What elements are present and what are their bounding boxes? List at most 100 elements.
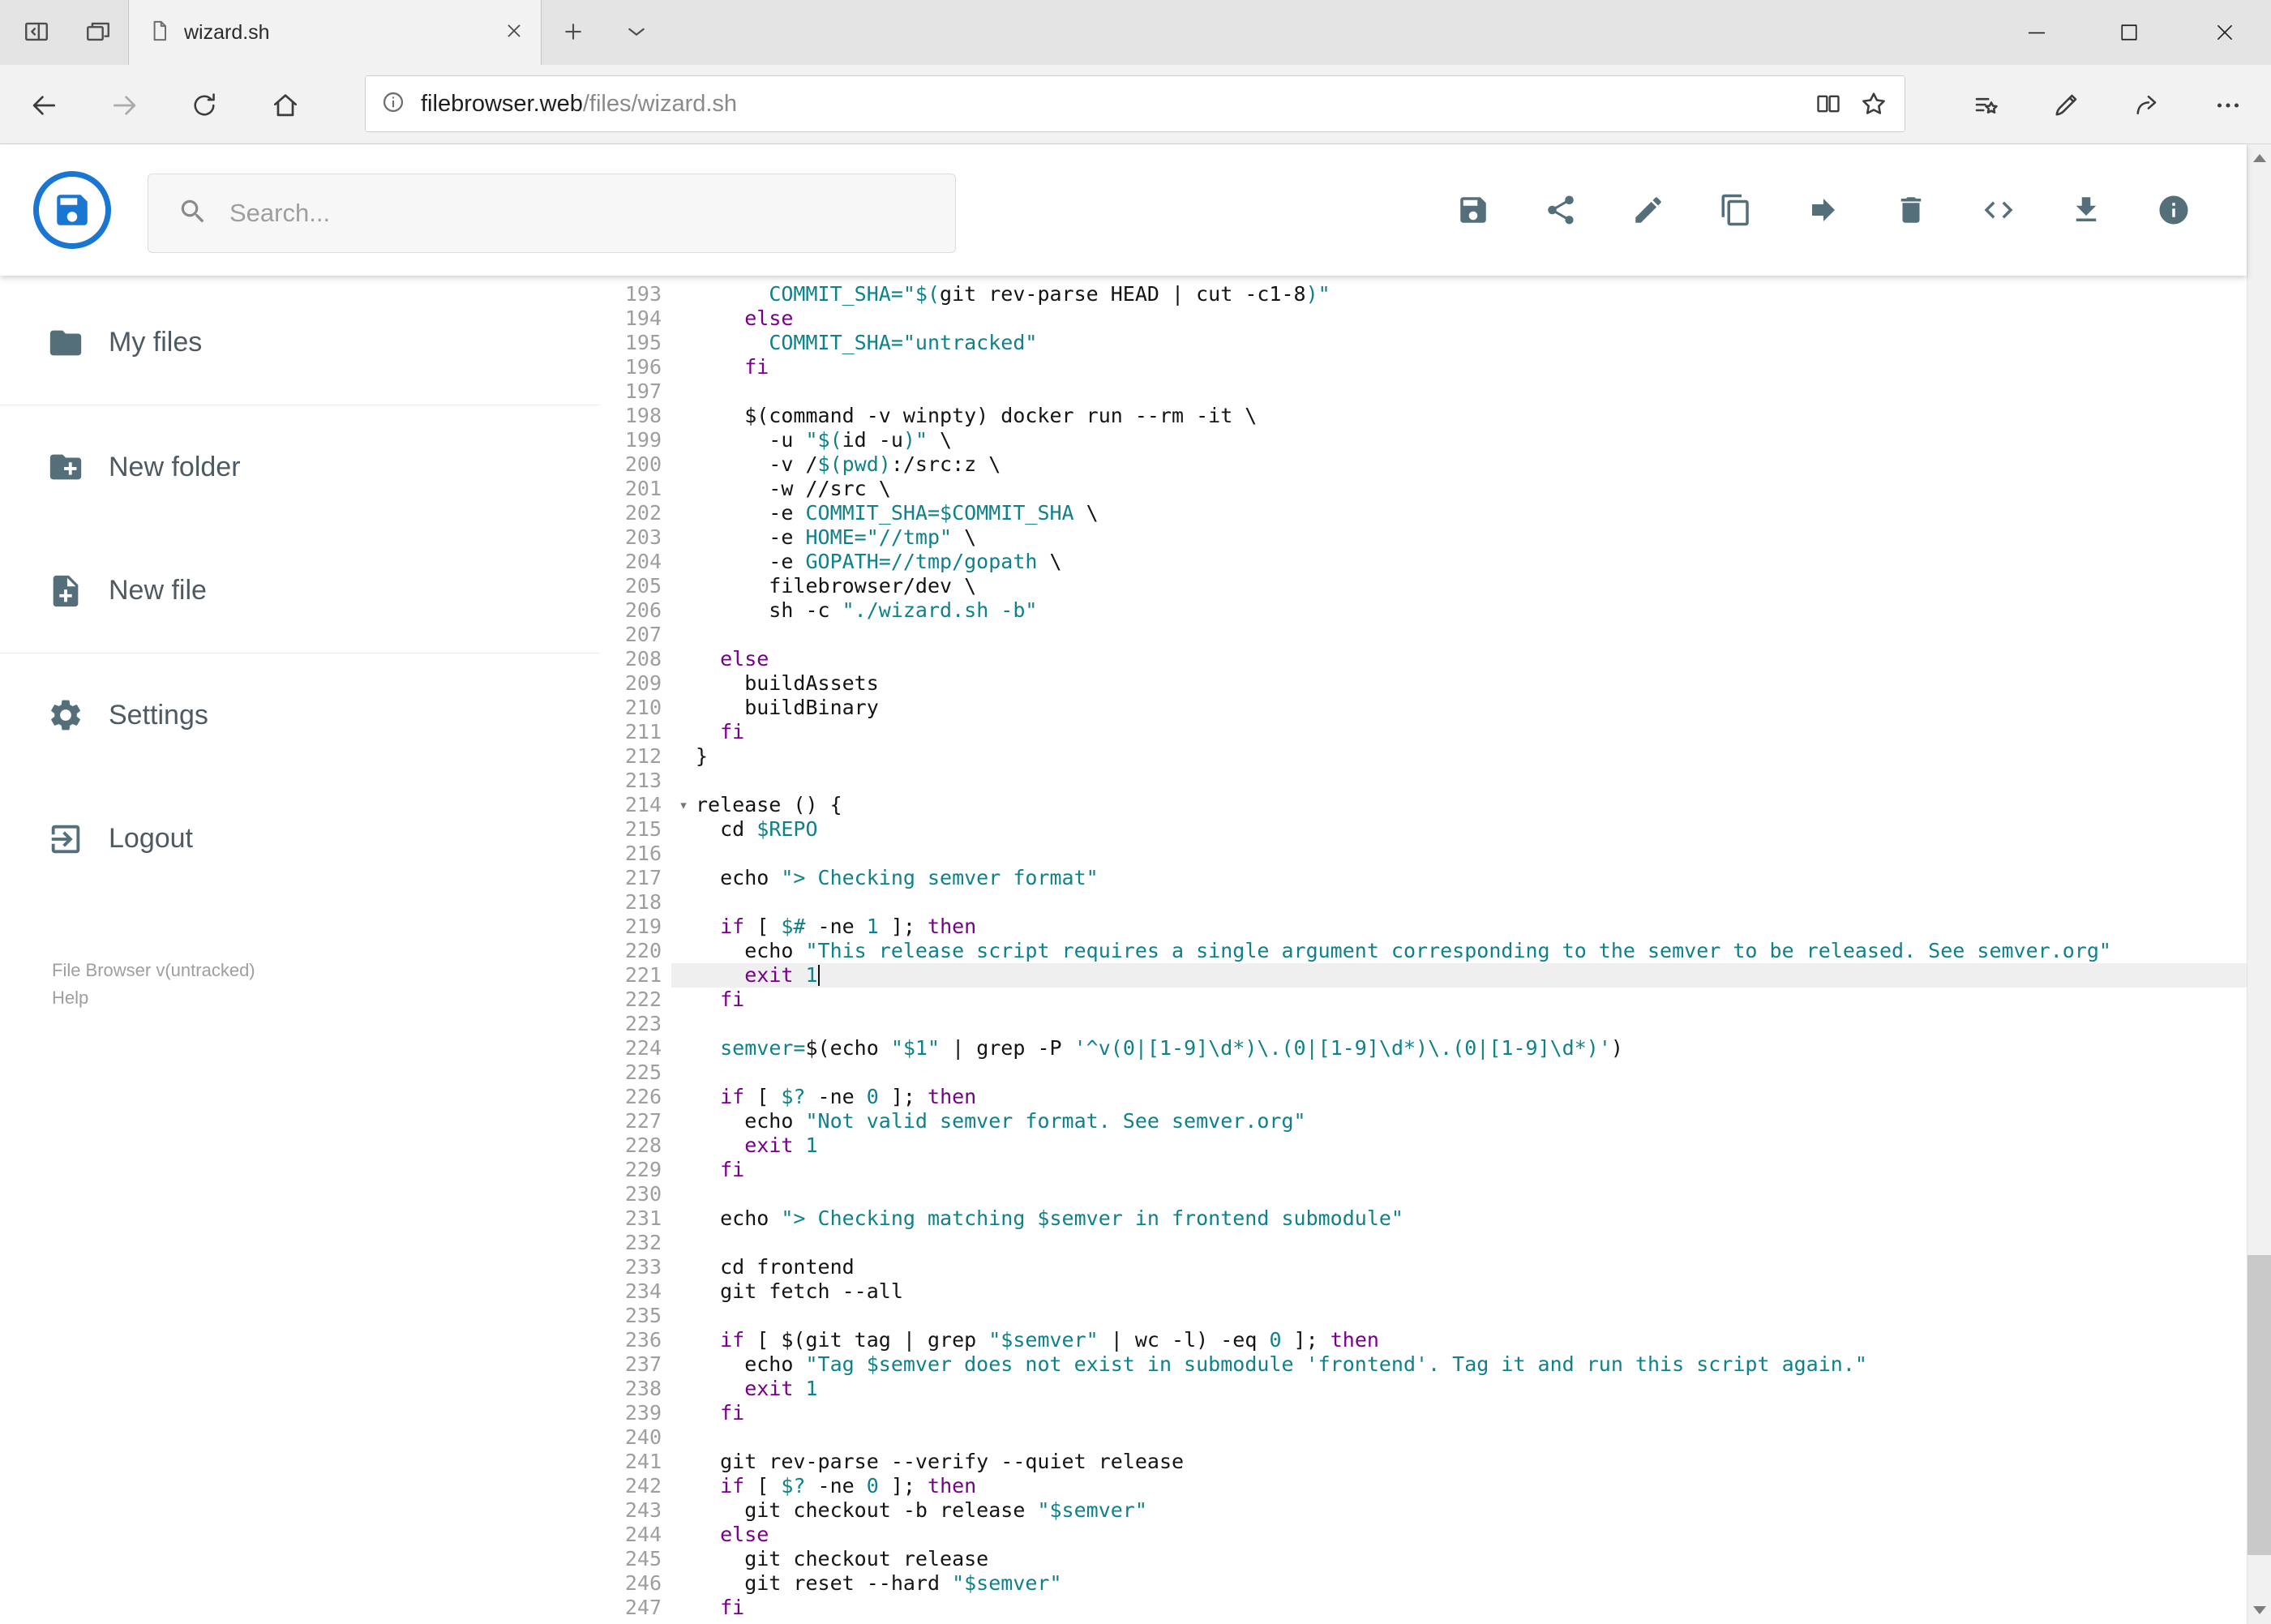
line-number[interactable]: 223 (600, 1012, 671, 1036)
code-line[interactable]: 206 sh -c "./wizard.sh -b" (600, 598, 2247, 623)
save-button[interactable] (1441, 178, 1506, 242)
code-line[interactable]: 214 ▾ release () { (600, 793, 2247, 817)
line-number[interactable]: 202 (600, 501, 671, 525)
code-line[interactable]: 228 exit 1 (600, 1133, 2247, 1158)
share-button[interactable] (1528, 178, 1593, 242)
line-number[interactable]: 198 (600, 404, 671, 428)
code-line[interactable]: 225 (600, 1061, 2247, 1085)
line-number[interactable]: 237 (600, 1352, 671, 1377)
home-icon[interactable] (261, 81, 310, 130)
code-line[interactable]: 230 (600, 1182, 2247, 1206)
code-line[interactable]: 210 buildBinary (600, 696, 2247, 720)
line-number[interactable]: 205 (600, 574, 671, 598)
code-line[interactable]: 202 -e COMMIT_SHA=$COMMIT_SHA \ (600, 501, 2247, 525)
code-line[interactable]: 236 if [ $(git tag | grep "$semver" | wc… (600, 1328, 2247, 1352)
filebrowser-logo[interactable] (33, 171, 111, 249)
line-number[interactable]: 215 (600, 817, 671, 842)
line-number[interactable]: 218 (600, 890, 671, 915)
line-number[interactable]: 197 (600, 379, 671, 404)
code-editor[interactable]: 193 COMMIT_SHA="$(git rev-parse HEAD | c… (600, 276, 2247, 1624)
line-number[interactable]: 232 (600, 1231, 671, 1255)
line-number[interactable]: 244 (600, 1523, 671, 1547)
refresh-icon[interactable] (180, 81, 229, 130)
code-line[interactable]: 215 cd $REPO (600, 817, 2247, 842)
move-button[interactable] (1791, 178, 1856, 242)
code-line[interactable]: 198 $(command -v winpty) docker run --rm… (600, 404, 2247, 428)
share-page-icon[interactable] (2123, 81, 2171, 130)
code-line[interactable]: 195 COMMIT_SHA="untracked" (600, 331, 2247, 355)
line-number[interactable]: 209 (600, 671, 671, 696)
web-note-icon[interactable] (2042, 81, 2090, 130)
line-number[interactable]: 234 (600, 1279, 671, 1304)
line-number[interactable]: 210 (600, 696, 671, 720)
search-input[interactable] (229, 199, 846, 228)
scrollbar-thumb[interactable] (2247, 1255, 2271, 1555)
back-icon[interactable] (19, 81, 68, 130)
code-line[interactable]: 246 git reset --hard "$semver" (600, 1571, 2247, 1596)
sidebar-item-settings[interactable]: Settings (0, 653, 600, 777)
code-line[interactable]: 243 git checkout -b release "$semver" (600, 1498, 2247, 1523)
line-number[interactable]: 222 (600, 988, 671, 1012)
code-line[interactable]: 237 echo "Tag $semver does not exist in … (600, 1352, 2247, 1377)
line-number[interactable]: 238 (600, 1377, 671, 1401)
code-line[interactable]: 212} (600, 744, 2247, 769)
line-number[interactable]: 229 (600, 1158, 671, 1182)
code-line[interactable]: 226 if [ $? -ne 0 ]; then (600, 1085, 2247, 1109)
line-number[interactable]: 236 (600, 1328, 671, 1352)
code-line[interactable]: 224 semver=$(echo "$1" | grep -P '^v(0|[… (600, 1036, 2247, 1061)
copy-button[interactable] (1703, 178, 1768, 242)
line-number[interactable]: 231 (600, 1206, 671, 1231)
code-line[interactable]: 194 else (600, 306, 2247, 331)
line-number[interactable]: 220 (600, 939, 671, 963)
line-number[interactable]: 206 (600, 598, 671, 623)
code-line[interactable]: 244 else (600, 1523, 2247, 1547)
code-line[interactable]: 232 (600, 1231, 2247, 1255)
line-number[interactable]: 207 (600, 623, 671, 647)
code-line[interactable]: 235 (600, 1304, 2247, 1328)
code-line[interactable]: 205 filebrowser/dev \ (600, 574, 2247, 598)
line-number[interactable]: 225 (600, 1061, 671, 1085)
delete-button[interactable] (1879, 178, 1943, 242)
page-scrollbar[interactable] (2247, 144, 2271, 1624)
info-button[interactable] (2141, 178, 2206, 242)
line-number[interactable]: 240 (600, 1425, 671, 1450)
code-line[interactable]: 209 buildAssets (600, 671, 2247, 696)
code-line[interactable]: 213 (600, 769, 2247, 793)
line-number[interactable]: 212 (600, 744, 671, 769)
code-line[interactable]: 239 fi (600, 1401, 2247, 1425)
code-line[interactable]: 221 exit 1 (600, 963, 2247, 988)
code-line[interactable]: 204 -e GOPATH=//tmp/gopath \ (600, 550, 2247, 574)
sidebar-item-new-folder[interactable]: New folder (0, 405, 600, 529)
line-number[interactable]: 228 (600, 1133, 671, 1158)
line-number[interactable]: 211 (600, 720, 671, 744)
code-line[interactable]: 245 git checkout release (600, 1547, 2247, 1571)
line-number[interactable]: 243 (600, 1498, 671, 1523)
code-line[interactable]: 242 if [ $? -ne 0 ]; then (600, 1474, 2247, 1498)
code-line[interactable]: 222 fi (600, 988, 2247, 1012)
code-line[interactable]: 197 (600, 379, 2247, 404)
code-line[interactable]: 207 (600, 623, 2247, 647)
code-line[interactable]: 199 -u "$(id -u)" \ (600, 428, 2247, 452)
code-line[interactable]: 247 fi (600, 1596, 2247, 1620)
line-number[interactable]: 233 (600, 1255, 671, 1279)
line-number[interactable]: 246 (600, 1571, 671, 1596)
code-line[interactable]: 234 git fetch --all (600, 1279, 2247, 1304)
code-line[interactable]: 217 echo "> Checking semver format" (600, 866, 2247, 890)
line-number[interactable]: 214 (600, 793, 671, 817)
line-number[interactable]: 199 (600, 428, 671, 452)
code-line[interactable]: 229 fi (600, 1158, 2247, 1182)
help-link[interactable]: Help (52, 984, 255, 1012)
line-number[interactable]: 203 (600, 525, 671, 550)
code-line[interactable]: 193 COMMIT_SHA="$(git rev-parse HEAD | c… (600, 282, 2247, 306)
maximize-button[interactable] (2089, 0, 2170, 65)
code-button[interactable] (1966, 178, 2031, 242)
line-number[interactable]: 196 (600, 355, 671, 379)
favorites-hub-icon[interactable] (1962, 81, 2011, 130)
line-number[interactable]: 204 (600, 550, 671, 574)
sidebar-item-logout[interactable]: Logout (0, 777, 600, 901)
reading-view-icon[interactable] (1806, 81, 1851, 126)
line-number[interactable]: 224 (600, 1036, 671, 1061)
code-line[interactable]: 220 echo "This release script requires a… (600, 939, 2247, 963)
line-number[interactable]: 242 (600, 1474, 671, 1498)
line-number[interactable]: 245 (600, 1547, 671, 1571)
